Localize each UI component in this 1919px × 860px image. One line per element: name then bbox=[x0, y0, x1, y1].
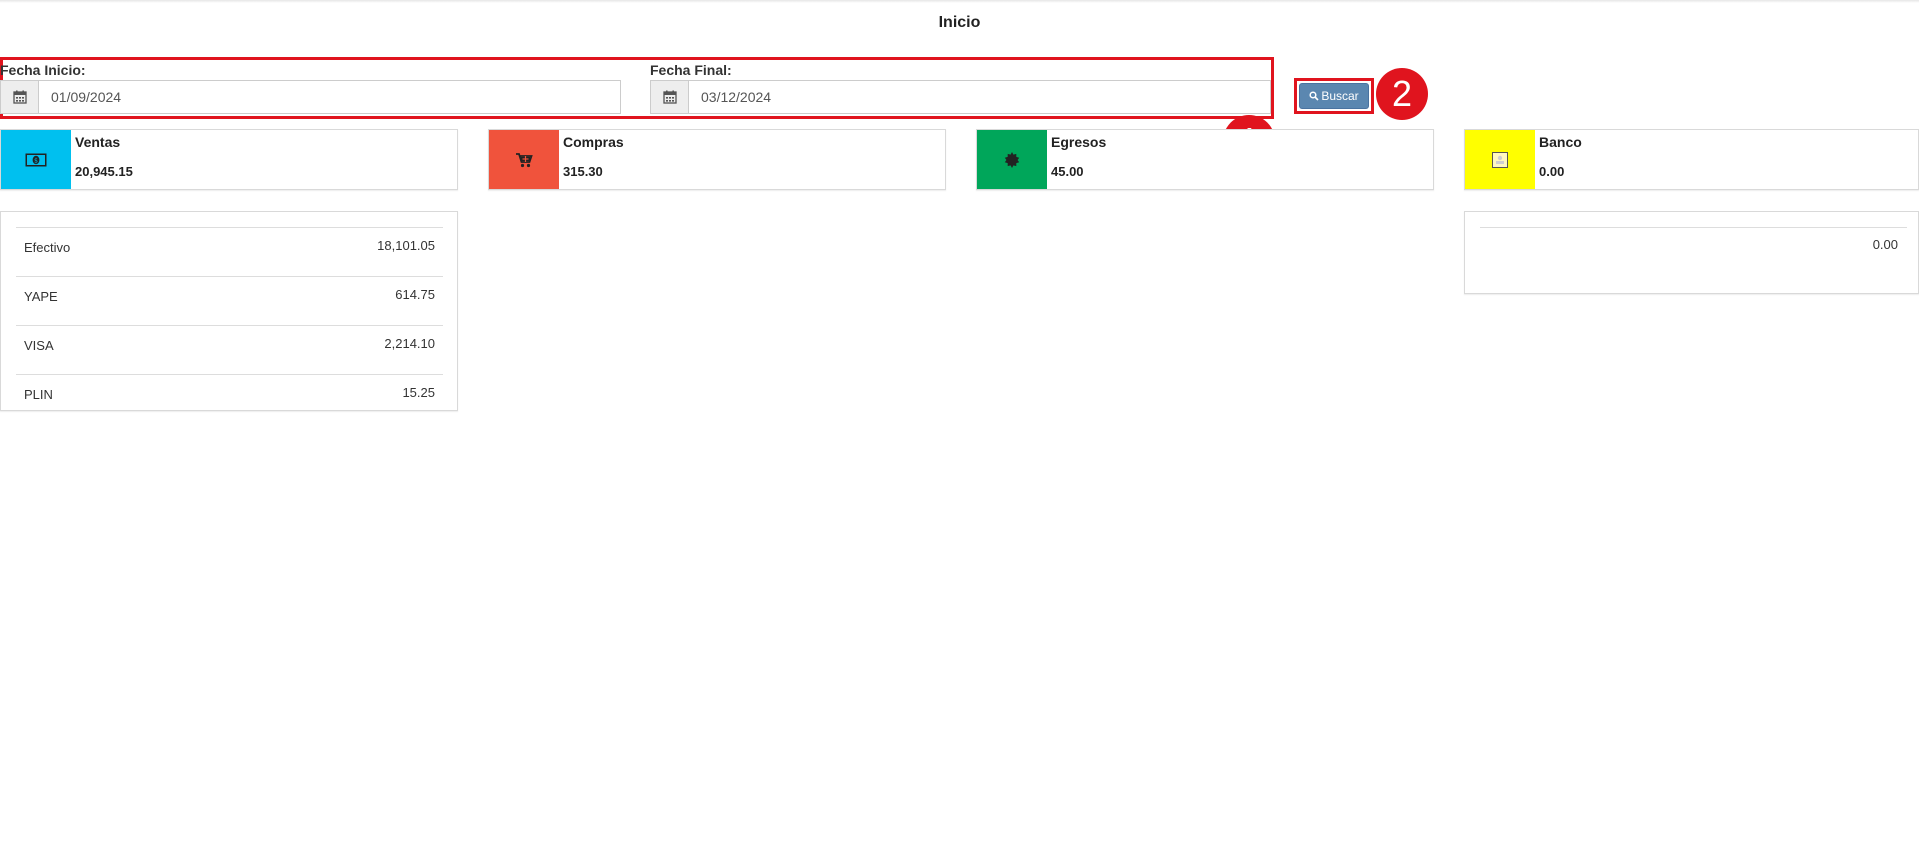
card-value: 0.00 bbox=[1539, 164, 1565, 179]
payment-method: PLIN bbox=[16, 374, 212, 423]
bank-panel: 0.00 bbox=[1464, 211, 1919, 294]
start-date-label: Fecha Inicio: bbox=[0, 62, 86, 78]
page-title: Inicio bbox=[938, 14, 981, 31]
card-label: Banco bbox=[1539, 134, 1582, 150]
table-row: VISA 2,214.10 bbox=[16, 325, 443, 375]
card-compras: Compras 315.30 bbox=[488, 129, 946, 190]
payment-method: YAPE bbox=[16, 276, 212, 326]
card-label: Compras bbox=[563, 134, 624, 150]
start-date-input[interactable] bbox=[39, 81, 620, 113]
card-label: Egresos bbox=[1051, 134, 1107, 150]
table-row: YAPE 614.75 bbox=[16, 276, 443, 326]
card-value: 45.00 bbox=[1051, 164, 1084, 179]
table-row: PLIN 15.25 bbox=[16, 374, 443, 423]
payment-amount: 2,214.10 bbox=[211, 325, 443, 375]
calendar-icon[interactable] bbox=[1, 81, 39, 113]
payment-amount: 18,101.05 bbox=[211, 227, 443, 277]
payment-amount: 15.25 bbox=[211, 374, 443, 423]
card-ventas: $ Ventas 20,945.15 bbox=[0, 129, 458, 190]
certificate-icon bbox=[977, 130, 1047, 189]
calendar-icon[interactable] bbox=[651, 81, 689, 113]
annotation-badge-2: 2 bbox=[1376, 68, 1428, 120]
card-banco: Banco 0.00 bbox=[1464, 129, 1919, 190]
svg-text:$: $ bbox=[34, 157, 38, 164]
cart-icon bbox=[489, 130, 559, 189]
end-date-label: Fecha Final: bbox=[650, 62, 732, 78]
payments-table: Efectivo 18,101.05 YAPE 614.75 VISA 2,21… bbox=[16, 227, 443, 423]
card-value: 315.30 bbox=[563, 164, 603, 179]
card-label: Ventas bbox=[75, 134, 121, 150]
end-date-input[interactable] bbox=[689, 81, 1270, 113]
top-shadow bbox=[0, 0, 1919, 3]
search-button[interactable]: Buscar bbox=[1299, 83, 1369, 109]
payment-method: VISA bbox=[16, 325, 212, 375]
image-icon bbox=[1465, 130, 1535, 189]
search-button-label: Buscar bbox=[1321, 89, 1359, 103]
divider bbox=[1480, 227, 1907, 228]
payment-amount: 614.75 bbox=[211, 276, 443, 326]
start-date-group bbox=[0, 80, 621, 114]
bank-total: 0.00 bbox=[1872, 237, 1898, 252]
money-icon: $ bbox=[1, 130, 71, 189]
table-row: Efectivo 18,101.05 bbox=[16, 227, 443, 277]
end-date-group bbox=[650, 80, 1271, 114]
search-icon bbox=[1309, 91, 1319, 101]
card-egresos: Egresos 45.00 bbox=[976, 129, 1434, 190]
card-value: 20,945.15 bbox=[75, 164, 133, 179]
payments-panel: Efectivo 18,101.05 YAPE 614.75 VISA 2,21… bbox=[0, 211, 458, 423]
payment-method: Efectivo bbox=[16, 227, 212, 277]
